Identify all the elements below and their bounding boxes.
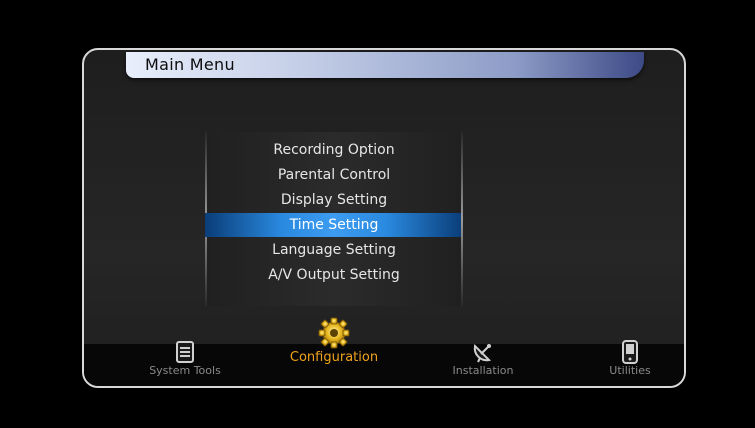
nav-system-tools[interactable]: System Tools [130, 340, 240, 377]
nav-label-utilities: Utilities [609, 364, 651, 377]
menu-item-display-setting[interactable]: Display Setting [205, 188, 463, 212]
nav-configuration[interactable]: Configuration [274, 316, 394, 365]
system-tools-icon [176, 341, 194, 363]
satellite-dish-icon [473, 343, 492, 363]
title-bar: Main Menu [126, 52, 644, 78]
nav-label-configuration: Configuration [289, 350, 379, 365]
nav-label-installation: Installation [452, 364, 514, 377]
menu-item-recording-option[interactable]: Recording Option [205, 138, 463, 162]
submenu-list: Recording Option Parental Control Displa… [205, 132, 463, 306]
gear-icon [318, 317, 350, 349]
menu-item-av-output-setting[interactable]: A/V Output Setting [205, 263, 463, 287]
page-title: Main Menu [145, 55, 235, 74]
nav-installation[interactable]: Installation [428, 340, 538, 377]
menu-item-time-setting[interactable]: Time Setting [205, 213, 463, 237]
menu-item-language-setting[interactable]: Language Setting [205, 238, 463, 262]
main-menu-panel: Main Menu Recording Option Parental Cont… [82, 48, 686, 388]
nav-label-system-tools: System Tools [149, 364, 221, 377]
nav-utilities[interactable]: Utilities [580, 340, 680, 377]
handheld-device-icon [622, 340, 638, 364]
menu-item-parental-control[interactable]: Parental Control [205, 163, 463, 187]
